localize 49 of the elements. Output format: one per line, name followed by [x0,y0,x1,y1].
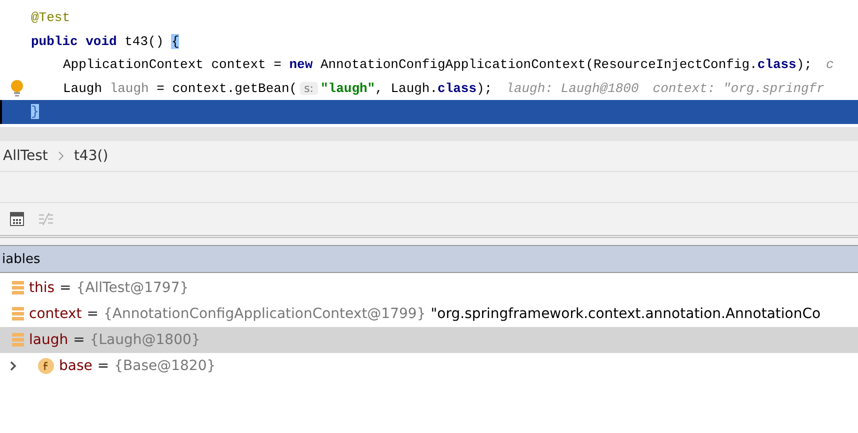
inline-hint: laugh: Laugh@1800 [506,80,639,96]
code-token: { [171,34,180,49]
code-token: "laugh" [320,80,376,96]
code-token: = context.getBean( [156,80,298,96]
equals-sign: = [60,280,72,296]
code-token: t43() [124,34,165,49]
code-token: ); [796,57,812,72]
variable-row[interactable]: base = {Base@1820} [0,353,858,379]
code-token: Laugh [63,80,104,96]
code-token: public void [31,34,117,49]
code-token: } [31,104,39,120]
variable-value: {Base@1820} [114,358,216,374]
variable-row[interactable]: context = {AnnotationConfigApplicationContext@1799} "org.springframework.context.annotation.AnnotationCo [0,301,858,327]
code-token: class [757,57,796,72]
breadcrumb-item[interactable]: AllTest [3,148,48,164]
variable-icon [12,307,24,321]
equals-sign: = [86,306,99,322]
panel-title: iables [2,252,40,266]
variable-value: {Laugh@1800} [90,332,200,348]
variable-name: context [29,306,82,322]
lightbulb-icon[interactable] [10,79,24,98]
variable-value: {AnnotationConfigApplicationContext@1799} [104,306,426,322]
variable-string: "org.springframework.context.annotation.AnnotationCo [430,306,821,322]
variable-name: this [29,280,55,296]
code-token: laugh [110,80,149,96]
field-icon [38,358,54,374]
variable-value: {AllTest@1797} [76,280,189,296]
code-token: ); [476,80,492,96]
inline-hint: c [826,57,834,72]
equals-sign: = [97,358,110,374]
variable-name: base [59,358,92,374]
code-token: ApplicationContext context = [63,57,282,72]
variable-icon [12,333,24,347]
variable-row[interactable]: this = {AllTest@1797} [0,275,858,301]
code-token: new [289,57,313,72]
code-token: class [438,80,477,96]
chevron-icon[interactable] [8,361,18,371]
equals-sign: = [73,332,85,348]
variable-name: laugh [29,332,68,348]
breadcrumb-item[interactable]: t43() [74,148,108,164]
variable-icon [12,281,24,295]
chevron-icon [58,151,64,161]
variable-row[interactable]: laugh = {Laugh@1800} [0,327,858,353]
code-token: , Laugh. [375,80,438,96]
code-token: AnnotationConfigApplicationContext(ResourceInjectConfig. [319,57,758,72]
code-token: s: [300,82,318,95]
inline-hint: context: "org.springfr [652,80,824,96]
code-token: @Test [31,10,70,26]
calculator-icon[interactable] [10,212,24,226]
